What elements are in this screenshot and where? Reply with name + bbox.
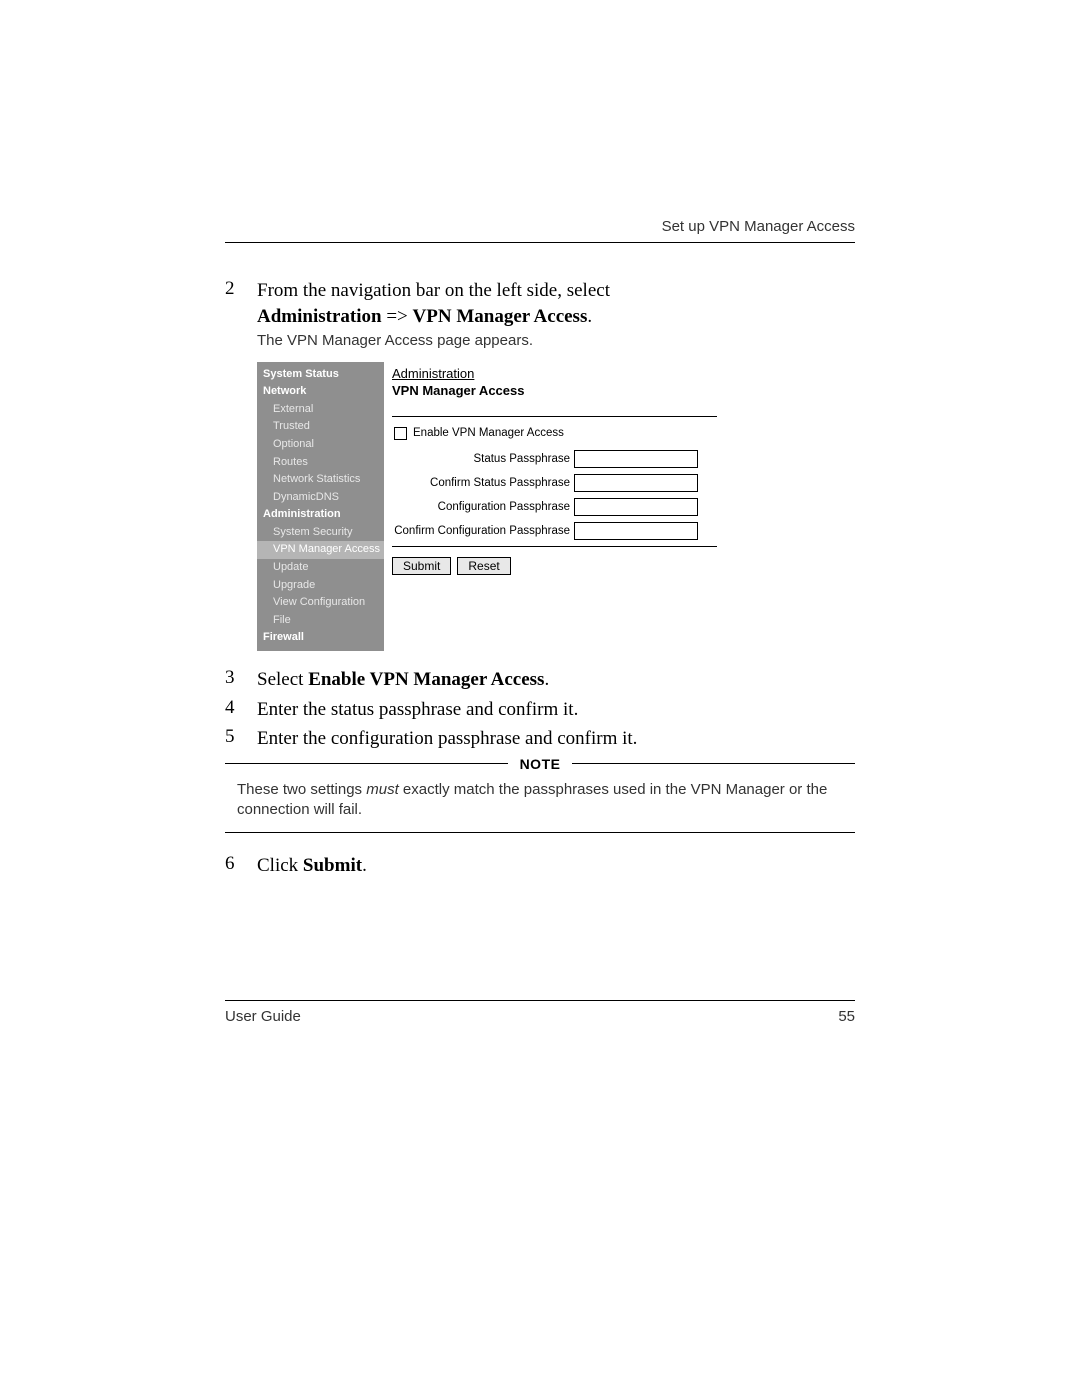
header-rule — [225, 242, 855, 243]
note-text-a: These two settings — [237, 781, 366, 798]
step-body: Enter the status passphrase and confirm … — [257, 697, 855, 723]
footer-doc-title: User Guide — [225, 1008, 301, 1025]
sidebar-cat-firewall[interactable]: Firewall — [263, 629, 384, 647]
note-header: NOTE — [225, 756, 855, 772]
note-text-ital: must — [366, 781, 399, 798]
step-number: 2 — [225, 278, 257, 300]
sidebar-item-netstats[interactable]: Network Statistics — [263, 471, 384, 489]
config-pass-label: Configuration Passphrase — [392, 501, 574, 513]
config-pass-input[interactable] — [574, 498, 698, 516]
confirm-status-input[interactable] — [574, 474, 698, 492]
sidebar-item-system-status[interactable]: System Status — [263, 366, 384, 384]
confirm-config-row: Confirm Configuration Passphrase — [392, 522, 717, 540]
step-body: Click Submit. — [257, 853, 855, 879]
step-2: 2 From the navigation bar on the left si… — [225, 278, 855, 352]
confirm-config-label: Confirm Configuration Passphrase — [392, 525, 574, 537]
sidebar-cat-network[interactable]: Network — [263, 383, 384, 401]
header-section-title: Set up VPN Manager Access — [662, 218, 855, 235]
status-pass-input[interactable] — [574, 450, 698, 468]
panel-rule-bottom — [392, 546, 717, 547]
sidebar-item-optional[interactable]: Optional — [263, 436, 384, 454]
note-block: NOTE These two settings must exactly mat… — [225, 756, 855, 834]
footer-page-number: 55 — [838, 1008, 855, 1025]
page-title: VPN Manager Access — [392, 383, 717, 398]
sidebar-item-update[interactable]: Update — [263, 559, 384, 577]
step2-bold-1: Administration — [257, 306, 386, 327]
step-body: From the navigation bar on the left side… — [257, 278, 855, 352]
content: 2 From the navigation bar on the left si… — [225, 278, 855, 883]
step-4: 4 Enter the status passphrase and confir… — [225, 697, 855, 723]
step-body: Select Enable VPN Manager Access. — [257, 667, 855, 693]
sidebar-item-external[interactable]: External — [263, 401, 384, 419]
status-pass-label: Status Passphrase — [392, 453, 574, 465]
step-5: 5 Enter the configuration passphrase and… — [225, 726, 855, 752]
reset-button[interactable]: Reset — [457, 557, 510, 575]
enable-checkbox[interactable] — [394, 427, 407, 440]
sidebar-item-syssec[interactable]: System Security — [263, 524, 384, 542]
step-body: Enter the configuration passphrase and c… — [257, 726, 855, 752]
step-3: 3 Select Enable VPN Manager Access. — [225, 667, 855, 693]
step2-text-a: From the navigation bar on the left side… — [257, 280, 610, 301]
step-number: 3 — [225, 667, 257, 689]
embedded-screenshot: System Status Network External Trusted O… — [257, 362, 725, 652]
note-rule-bottom — [225, 832, 855, 833]
sidebar-item-upgrade[interactable]: Upgrade — [263, 577, 384, 595]
nav-sidebar: System Status Network External Trusted O… — [257, 362, 384, 652]
step2-end: . — [587, 306, 592, 327]
step-number: 4 — [225, 697, 257, 719]
sidebar-item-viewcfg[interactable]: View Configuration File — [263, 594, 384, 629]
note-label: NOTE — [520, 756, 561, 772]
button-row: Submit Reset — [392, 557, 717, 575]
panel-rule-top — [392, 416, 717, 417]
step3-bold: Enable VPN Manager Access — [308, 669, 544, 690]
confirm-status-label: Confirm Status Passphrase — [392, 477, 574, 489]
sidebar-item-vpnmgr[interactable]: VPN Manager Access — [257, 541, 384, 559]
sidebar-item-dyndns[interactable]: DynamicDNS — [263, 489, 384, 507]
main-panel: Administration VPN Manager Access Enable… — [384, 362, 725, 652]
step-number: 5 — [225, 726, 257, 748]
enable-label: Enable VPN Manager Access — [413, 427, 564, 439]
step3-post: . — [544, 669, 549, 690]
confirm-config-input[interactable] — [574, 522, 698, 540]
breadcrumb[interactable]: Administration — [392, 366, 717, 381]
step3-pre: Select — [257, 669, 308, 690]
sidebar-cat-administration[interactable]: Administration — [263, 506, 384, 524]
page: Set up VPN Manager Access 2 From the nav… — [0, 0, 1080, 1397]
step2-arrow: => — [386, 306, 412, 327]
note-body: These two settings must exactly match th… — [225, 772, 855, 833]
step6-post: . — [362, 855, 367, 876]
status-pass-row: Status Passphrase — [392, 450, 717, 468]
step2-bold-2: VPN Manager Access — [413, 306, 588, 327]
submit-button[interactable]: Submit — [392, 557, 451, 575]
step6-pre: Click — [257, 855, 303, 876]
note-rule-right — [572, 763, 855, 764]
step-6: 6 Click Submit. — [225, 853, 855, 879]
config-pass-row: Configuration Passphrase — [392, 498, 717, 516]
step2-sub: The VPN Manager Access page appears. — [257, 331, 855, 351]
sidebar-item-routes[interactable]: Routes — [263, 454, 384, 472]
step-number: 6 — [225, 853, 257, 875]
confirm-status-row: Confirm Status Passphrase — [392, 474, 717, 492]
note-rule-left — [225, 763, 508, 764]
sidebar-item-trusted[interactable]: Trusted — [263, 418, 384, 436]
step6-bold: Submit — [303, 855, 362, 876]
enable-row: Enable VPN Manager Access — [392, 427, 717, 440]
footer-rule — [225, 1000, 855, 1001]
